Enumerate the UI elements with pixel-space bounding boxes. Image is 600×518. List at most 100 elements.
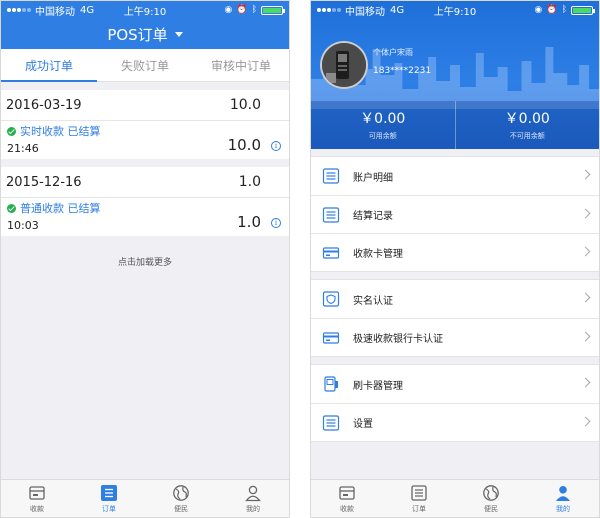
order-amount: 1.0 xyxy=(238,174,261,190)
menu-group-verification: 实名认证 极速收款银行卡认证 xyxy=(311,279,599,357)
menu-item-label: 结算记录 xyxy=(353,211,393,222)
network-label: 4G xyxy=(80,4,95,16)
load-more-button[interactable]: 点击加载更多 xyxy=(1,255,289,268)
nav-item-label: 便民 xyxy=(174,504,188,513)
tab-pending-orders[interactable]: 审核中订单 xyxy=(193,49,289,81)
order-card[interactable]: 2015-12-16 1.0 普通收款 已结算 10:03 1.0 i xyxy=(1,167,289,236)
battery-icon xyxy=(261,5,285,15)
bottom-nav: 收款 订单 便民 我的 xyxy=(311,479,599,517)
order-amount: 10.0 xyxy=(229,97,261,113)
menu-item-label: 收款卡管理 xyxy=(353,249,403,260)
status-bar: 中国移动 4G 上午9:10 ◉ ⏰ ᛒ xyxy=(1,1,289,19)
globe-icon xyxy=(483,484,499,501)
balance-label: 不可用余额 xyxy=(509,132,545,140)
signal-icon xyxy=(317,8,341,12)
orders-header: 中国移动 4G 上午9:10 ◉ ⏰ ᛒ POS订单 xyxy=(1,1,289,49)
chevron-right-icon xyxy=(580,331,591,342)
nav-item-label: 我的 xyxy=(556,504,570,513)
order-status-text: 实时收款 已结算 xyxy=(20,125,101,138)
list-icon xyxy=(101,484,117,501)
bank-card-icon xyxy=(322,246,340,259)
menu-item-card-management[interactable]: 收款卡管理 xyxy=(311,233,599,271)
balance-value: ￥0.00 xyxy=(504,111,550,127)
menu-item-label: 账户明细 xyxy=(353,172,393,184)
nav-item-label: 收款 xyxy=(340,504,354,513)
menu-item-label: 刷卡器管理 xyxy=(353,380,403,392)
list-icon xyxy=(411,484,427,501)
bottom-nav: 收款 订单 便民 我的 xyxy=(1,479,289,517)
bluetooth-icon: ᛒ xyxy=(561,5,567,15)
alarm-icon: ⏰ xyxy=(546,5,558,15)
globe-icon xyxy=(173,484,189,501)
nav-item-label: 订单 xyxy=(412,504,426,513)
order-detail-row: 普通收款 已结算 10:03 1.0 i xyxy=(1,198,289,236)
network-label: 4G xyxy=(390,4,405,16)
menu-item-real-name-auth[interactable]: 实名认证 xyxy=(311,280,599,318)
user-icon xyxy=(245,485,261,501)
order-card[interactable]: 2016-03-19 10.0 实时收款 已结算 21:46 10.0 i xyxy=(1,90,289,159)
alarm-icon: ⏰ xyxy=(236,5,248,15)
nav-item-collect[interactable]: 收款 xyxy=(1,480,73,517)
check-circle-icon xyxy=(7,126,16,136)
menu-group-device: 刷卡器管理 设置 xyxy=(311,364,599,442)
chevron-right-icon xyxy=(580,377,591,388)
card-reader-icon xyxy=(324,376,338,392)
profile-header: 中国移动 4G 上午9:10 ◉ ⏰ ᛒ 个体户宋雨 183****2231 ￥… xyxy=(311,1,599,149)
nav-item-mine[interactable]: 我的 xyxy=(527,480,599,517)
nav-item-mine[interactable]: 我的 xyxy=(217,480,289,517)
nav-item-orders[interactable]: 订单 xyxy=(383,480,455,517)
nav-item-collect[interactable]: 收款 xyxy=(311,480,383,517)
menu-item-settings[interactable]: 设置 xyxy=(311,403,599,441)
menu-item-settlement-records[interactable]: 结算记录 xyxy=(311,195,599,233)
nav-item-label: 收款 xyxy=(30,504,44,513)
chevron-down-icon[interactable] xyxy=(174,31,183,37)
chevron-right-icon xyxy=(580,208,591,219)
order-date: 2016-03-19 xyxy=(6,97,82,113)
user-icon xyxy=(556,485,570,501)
nav-bar[interactable]: POS订单 xyxy=(1,19,289,49)
menu-group-account: 账户明细 结算记录 收款卡管理 xyxy=(311,156,599,272)
available-balance[interactable]: ￥0.00 可用余额 xyxy=(311,101,455,149)
order-amount-detail: 1.0 xyxy=(237,213,261,231)
carrier-label: 中国移动 xyxy=(35,6,75,18)
menu-item-label: 实名认证 xyxy=(353,295,393,307)
menu-item-label: 设置 xyxy=(353,419,373,430)
chevron-right-icon xyxy=(580,246,591,257)
battery-icon xyxy=(571,5,595,15)
wallet-icon xyxy=(29,485,45,500)
location-icon: ◉ xyxy=(534,5,543,15)
nav-item-services[interactable]: 便民 xyxy=(145,480,217,517)
info-icon[interactable]: i xyxy=(271,141,281,151)
check-circle-icon xyxy=(7,203,16,213)
avatar[interactable] xyxy=(320,41,368,89)
tab-failed-orders[interactable]: 失败订单 xyxy=(97,49,193,81)
nav-item-services[interactable]: 便民 xyxy=(455,480,527,517)
order-detail-row: 实时收款 已结算 21:46 10.0 i xyxy=(1,121,289,159)
menu-item-account-details[interactable]: 账户明细 xyxy=(311,157,599,195)
order-tabs: 成功订单 失败订单 审核中订单 xyxy=(1,49,289,82)
unavailable-balance[interactable]: ￥0.00 不可用余额 xyxy=(454,101,600,149)
status-bar: 中国移动 4G 上午9:10 ◉ ⏰ ᛒ xyxy=(311,1,599,19)
info-icon[interactable]: i xyxy=(271,218,281,228)
order-status-text: 普通收款 已结算 xyxy=(20,202,101,215)
carrier-label: 中国移动 xyxy=(345,6,385,18)
bluetooth-icon: ᛒ xyxy=(251,5,257,15)
nav-item-orders[interactable]: 订单 xyxy=(73,480,145,517)
menu-item-card-reader[interactable]: 刷卡器管理 xyxy=(311,365,599,403)
nav-item-label: 便民 xyxy=(484,504,498,513)
menu-item-fast-card-auth[interactable]: 极速收款银行卡认证 xyxy=(311,318,599,356)
settings-icon xyxy=(322,414,340,431)
nav-item-label: 订单 xyxy=(102,504,116,513)
shield-icon xyxy=(322,291,340,307)
nav-title: POS订单 xyxy=(107,25,168,44)
balance-value: ￥0.00 xyxy=(360,111,406,127)
profile-name: 个体户宋雨 xyxy=(373,48,413,57)
screenshot-stage: 中国移动 4G 上午9:10 ◉ ⏰ ᛒ POS订单 成功订单 失败订单 审核中… xyxy=(0,0,600,518)
chevron-right-icon xyxy=(580,169,591,180)
tab-success-orders[interactable]: 成功订单 xyxy=(1,49,97,82)
profile-phone: 183****2231 xyxy=(373,66,432,76)
order-amount-detail: 10.0 xyxy=(227,136,261,154)
location-icon: ◉ xyxy=(224,5,233,15)
chevron-right-icon xyxy=(580,416,591,427)
signal-icon xyxy=(7,8,31,12)
